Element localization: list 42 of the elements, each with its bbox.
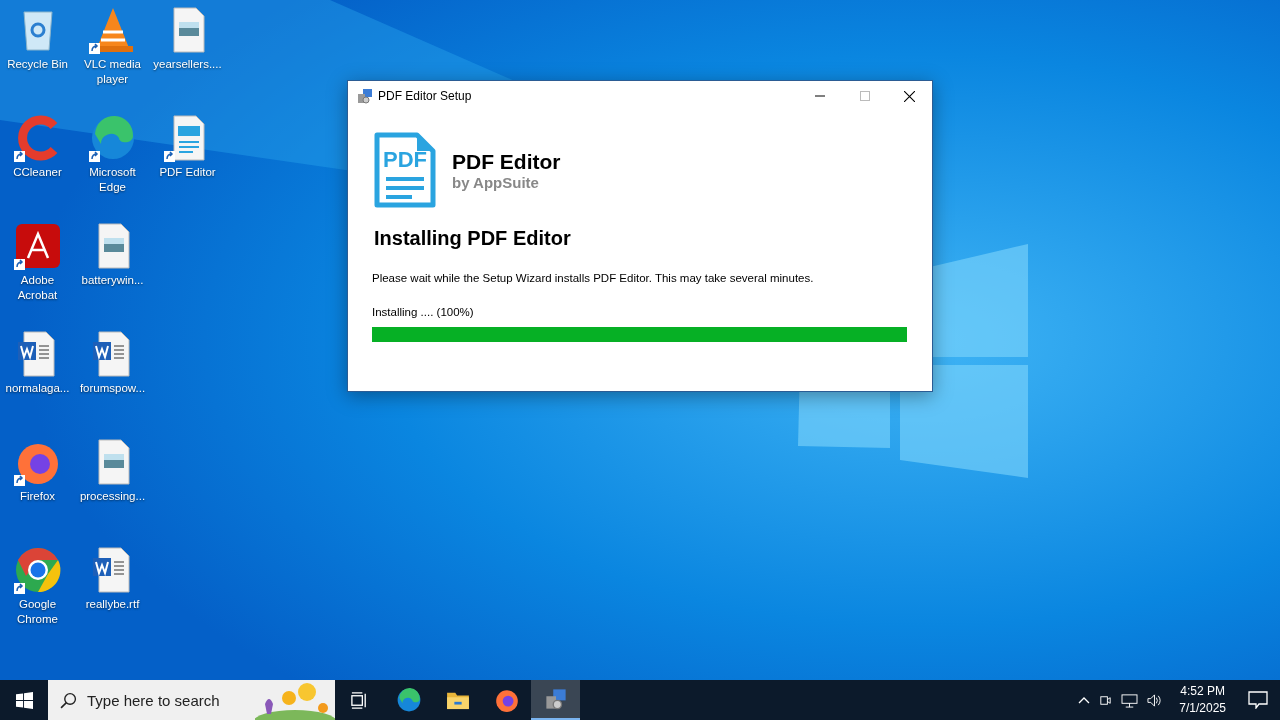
installer-icon [544,688,567,710]
progress-label: Installing .... (100%) [372,306,475,318]
installer-icon [357,88,373,104]
desktop-shortcut[interactable]: forumspow... [75,330,150,438]
desktop-shortcut[interactable]: normalaga... [0,330,75,438]
desktop-shortcut[interactable]: Adobe Acrobat [0,222,75,330]
task-view-icon [350,690,369,710]
desktop-shortcut[interactable]: batterywin... [75,222,150,330]
desktop-shortcut[interactable]: Microsoft Edge [75,114,150,222]
maximize-icon [859,91,870,101]
browser-icon [395,687,422,713]
search-icon [60,691,77,709]
desktop-shortcut[interactable]: VLC media player [75,6,150,114]
desktop-shortcut[interactable]: PDF Editor [150,114,225,222]
search-bar[interactable]: Type here to search [48,680,335,720]
desktop-shortcut[interactable]: CCleaner [0,114,75,222]
desktop-shortcut[interactable]: Firefox [0,438,75,546]
desktop-shortcut[interactable]: yearsellers.... [150,6,225,114]
browser-icon [493,687,520,713]
search-field[interactable]: Type here to search [87,691,257,709]
window-title: PDF Editor Setup [378,89,472,103]
desktop-shortcut[interactable]: reallybe.rtf [75,546,150,654]
desktop-shortcut[interactable]: Google Chrome [0,546,75,654]
network-icon[interactable] [1121,692,1139,708]
clock-time[interactable]: 4:52 PM [1180,683,1225,700]
app-icon [13,546,62,594]
volume-icon[interactable] [1146,692,1164,708]
pdf-document-logo: PDF [372,131,438,209]
chevron-up-icon[interactable] [1078,696,1091,704]
folder-icon [445,690,470,710]
windows-logo-icon [15,691,33,709]
flowers-icon [255,680,335,720]
product-name: PDF Editor [452,149,561,174]
close-icon [904,90,915,102]
message: Please wait while the Setup Wizard installs PDF Editor. This may take several minutes. [372,272,815,284]
vendor-name: by AppSuite [452,173,540,191]
heading: Installing PDF Editor [374,227,572,250]
notifications-icon[interactable] [1248,691,1268,709]
desktop-shortcut[interactable]: Recycle Bin [0,6,75,114]
clock-date[interactable]: 7/1/2025 [1179,700,1226,717]
desktop-shortcut[interactable]: processing... [75,438,150,546]
app-icon [13,222,62,270]
